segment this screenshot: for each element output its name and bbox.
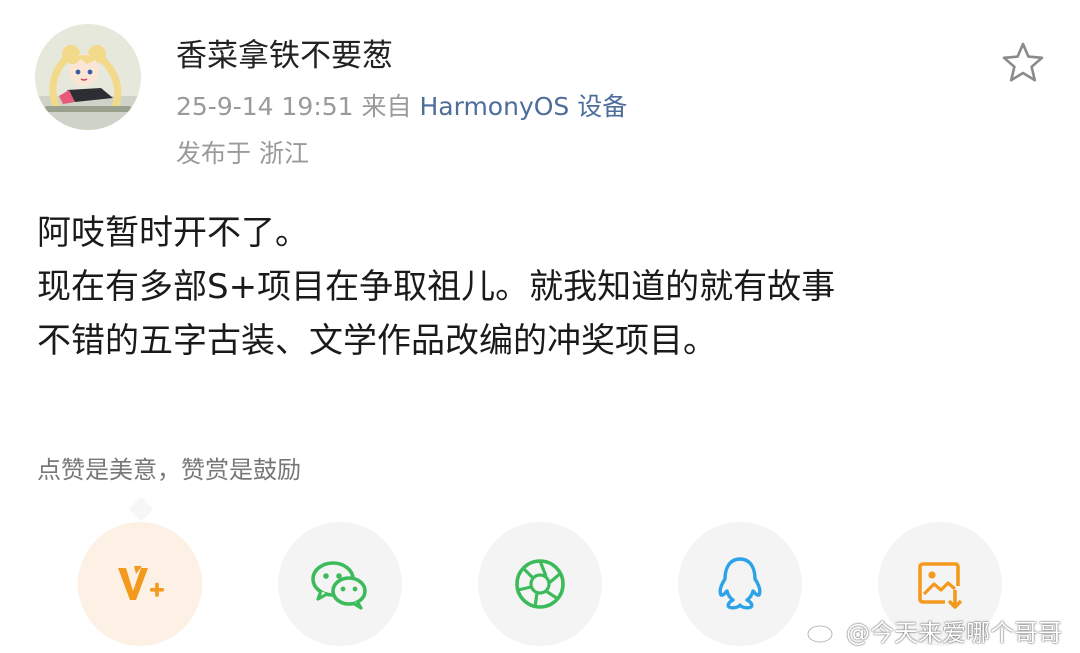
tip-pointer <box>128 496 154 522</box>
favorite-button[interactable] <box>1000 40 1046 86</box>
watermark-text: @今天来爱哪个哥哥 <box>846 618 1062 647</box>
moments-aperture-icon <box>515 559 565 609</box>
share-qq-button[interactable] <box>678 522 802 646</box>
post-body: 阿吱暂时开不了。 现在有多部S+项目在争取祖儿。就我知道的就有故事 不错的五字古… <box>37 206 1047 368</box>
share-moments-button[interactable] <box>478 522 602 646</box>
weibo-logo-icon <box>806 618 838 644</box>
star-outline-icon <box>1002 42 1044 82</box>
post-timestamp: 25-9-14 19:51 <box>176 92 354 121</box>
reward-tip: 点赞是美意，赞赏是鼓励 <box>37 456 301 484</box>
watermark: @今天来爱哪个哥哥 <box>806 610 1062 650</box>
wechat-icon <box>311 561 367 610</box>
post-location: 发布于 浙江 <box>176 139 309 168</box>
author-name[interactable]: 香菜拿铁不要葱 <box>176 36 393 76</box>
post-body-line: 现在有多部S+项目在争取祖儿。就我知道的就有故事 <box>37 267 836 307</box>
reward-button[interactable] <box>78 522 202 646</box>
post-meta: 25-9-14 19:51 来自 HarmonyOS 设备 <box>176 89 627 125</box>
share-wechat-button[interactable] <box>278 522 402 646</box>
anime-avatar-icon <box>35 24 141 130</box>
avatar[interactable] <box>35 24 141 130</box>
image-download-icon <box>918 562 963 609</box>
source-device-link[interactable]: HarmonyOS 设备 <box>420 92 628 121</box>
post-body-line: 不错的五字古装、文学作品改编的冲奖项目。 <box>37 321 717 361</box>
qq-penguin-icon <box>718 557 762 610</box>
v-plus-icon <box>118 566 164 600</box>
source-prefix: 来自 <box>361 92 412 121</box>
post-body-line: 阿吱暂时开不了。 <box>37 213 309 253</box>
